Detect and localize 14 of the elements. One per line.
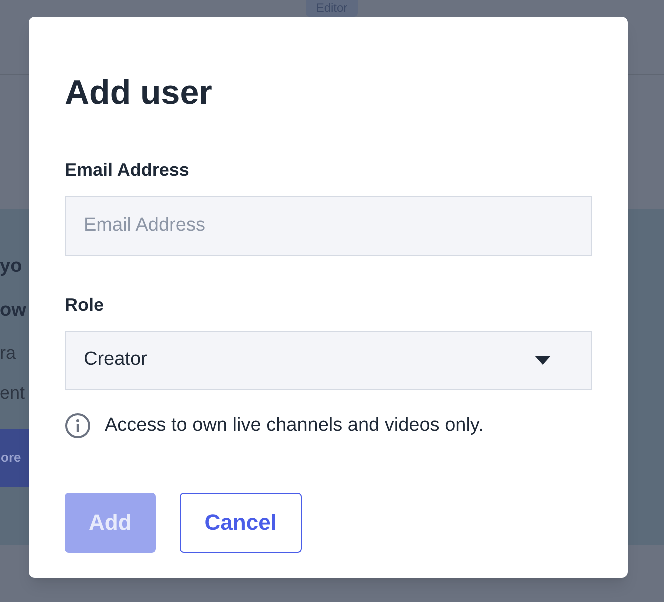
background-button[interactable]: ore xyxy=(0,429,29,487)
role-description: Access to own live channels and videos only. xyxy=(105,414,484,438)
field-label: Role xyxy=(65,294,104,317)
dialog-title: Add user xyxy=(65,73,212,113)
text-fragment: ra xyxy=(0,342,16,365)
heading-fragment: yo xyxy=(0,255,22,279)
cancel-button[interactable]: Cancel xyxy=(180,492,302,552)
caret-icon xyxy=(535,356,551,365)
info-icon xyxy=(65,413,91,440)
heading-fragment: ow xyxy=(0,299,26,323)
email-input-field[interactable]: Email Address xyxy=(65,196,592,256)
field-label: Email Address xyxy=(65,159,190,182)
role-select[interactable]: Creator xyxy=(65,331,592,390)
text-fragment: ent xyxy=(0,382,26,405)
